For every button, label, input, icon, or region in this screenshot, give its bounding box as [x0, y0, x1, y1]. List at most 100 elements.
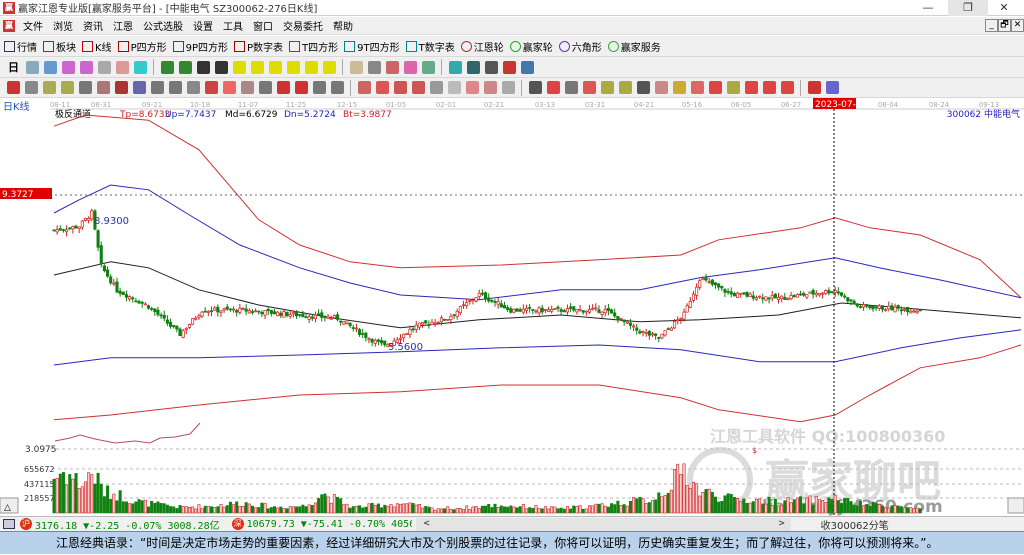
horizontal-scrollbar[interactable]: < >	[415, 517, 791, 531]
period-dropdown[interactable]: 日	[8, 59, 19, 75]
sh-index-quote[interactable]: 3176.18 ▼-2.25 -0.07% 3008.28亿	[35, 517, 220, 532]
tool-icon-43[interactable]	[762, 81, 776, 94]
toolbar-button-p-square[interactable]: P四方形	[117, 39, 167, 54]
toolbar-button-t-square[interactable]: T四方形	[289, 39, 338, 54]
tool-icon-20[interactable]	[357, 81, 371, 94]
tool-icon-42[interactable]	[744, 81, 758, 94]
toolbar-button-sectors[interactable]: 板块	[43, 39, 76, 54]
tool-icon-19[interactable]	[349, 60, 363, 74]
tool-icon-2[interactable]	[61, 60, 75, 74]
tool-icon-31[interactable]	[546, 81, 560, 94]
toolbar-button-kline[interactable]: K线	[82, 39, 112, 54]
restore-button[interactable]: ❐	[948, 0, 988, 16]
tool-icon-11[interactable]	[214, 60, 228, 74]
tick-data-link[interactable]: 收300062分笔	[821, 517, 889, 532]
menu-item-9[interactable]: 帮助	[328, 18, 358, 33]
tool-icon-34[interactable]	[600, 81, 614, 94]
tool-icon-18[interactable]	[330, 81, 344, 94]
mdi-close-button[interactable]: ✕	[1011, 19, 1024, 32]
tool-icon-12[interactable]	[222, 81, 236, 94]
close-button[interactable]: ✕	[984, 0, 1024, 16]
minimize-button[interactable]: —	[908, 0, 948, 16]
toolbar-button-9t-square[interactable]: 9T四方形	[344, 39, 400, 54]
tool-icon-24[interactable]	[429, 81, 443, 94]
kline-chart[interactable]: 日K线 08-11 08-31 09-21 10-18 11-07 11-25 12-15 0…	[0, 98, 1024, 516]
mdi-minimize-button[interactable]: _	[985, 19, 998, 32]
tool-icon-21[interactable]	[375, 81, 389, 94]
tool-icon-12[interactable]	[232, 60, 246, 74]
menu-item-4[interactable]: 公式选股	[138, 18, 188, 33]
menu-item-8[interactable]: 交易委托	[278, 18, 328, 33]
tool-icon-33[interactable]	[582, 81, 596, 94]
tool-icon-30[interactable]	[528, 81, 542, 94]
tool-icon-14[interactable]	[258, 81, 272, 94]
sz-index-quote[interactable]: 10679.73 ▼-75.41 -0.70% 4056.68	[247, 519, 412, 530]
scroll-right-arrow[interactable]: >	[779, 518, 785, 529]
tool-icon-5[interactable]	[115, 60, 129, 74]
tool-icon-16[interactable]	[304, 60, 318, 74]
tool-icon-10[interactable]	[196, 60, 210, 74]
tool-icon-3[interactable]	[60, 81, 74, 94]
tool-icon-22[interactable]	[403, 60, 417, 74]
tool-icon-14[interactable]	[268, 60, 282, 74]
toolbar-button-p-table[interactable]: P数字表	[234, 39, 283, 54]
tool-icon-25[interactable]	[448, 60, 462, 74]
tool-icon-40[interactable]	[708, 81, 722, 94]
toolbar-button-winner-wheel[interactable]: 赢家轮	[509, 39, 553, 54]
toolbar-button-quotes[interactable]: 行情	[4, 39, 37, 54]
toolbar-button-9p-square[interactable]: 9P四方形	[172, 39, 228, 54]
toolbar-button-gann-wheel[interactable]: 江恩轮	[460, 39, 504, 54]
tool-icon-37[interactable]	[654, 81, 668, 94]
tool-icon-4[interactable]	[97, 60, 111, 74]
tool-icon-17[interactable]	[312, 81, 326, 94]
tool-icon-23[interactable]	[421, 60, 435, 74]
calculator-icon[interactable]	[3, 519, 15, 529]
tool-icon-9[interactable]	[178, 60, 192, 74]
tool-icon-9[interactable]	[168, 81, 182, 94]
tool-icon-17[interactable]	[322, 60, 336, 74]
toolbar-button-hexagon[interactable]: 六角形	[558, 39, 602, 54]
tool-icon-16[interactable]	[294, 81, 308, 94]
tool-icon-1[interactable]	[43, 60, 57, 74]
tool-icon-28[interactable]	[501, 81, 515, 94]
tool-icon-26[interactable]	[466, 60, 480, 74]
tool-icon-27[interactable]	[483, 81, 497, 94]
menu-item-5[interactable]: 设置	[188, 18, 218, 33]
tool-icon-4[interactable]	[78, 81, 92, 94]
tool-icon-1[interactable]	[24, 81, 38, 94]
toolbar-button-t-table[interactable]: T数字表	[405, 39, 455, 54]
tool-icon-13[interactable]	[240, 81, 254, 94]
tool-icon-47[interactable]	[825, 81, 839, 94]
tool-icon-25[interactable]	[447, 81, 461, 94]
tool-icon-0[interactable]	[6, 81, 20, 94]
tool-icon-6[interactable]	[133, 60, 147, 74]
tool-icon-23[interactable]	[411, 81, 425, 94]
tool-icon-8[interactable]	[150, 81, 164, 94]
tool-icon-39[interactable]	[690, 81, 704, 94]
tool-icon-15[interactable]	[276, 81, 290, 94]
tool-icon-5[interactable]	[96, 81, 110, 94]
menu-item-6[interactable]: 工具	[218, 18, 248, 33]
tool-icon-15[interactable]	[286, 60, 300, 74]
tool-icon-32[interactable]	[564, 81, 578, 94]
tool-icon-21[interactable]	[385, 60, 399, 74]
menu-item-3[interactable]: 江恩	[108, 18, 138, 33]
tool-icon-10[interactable]	[186, 81, 200, 94]
tool-icon-35[interactable]	[618, 81, 632, 94]
tool-icon-6[interactable]	[114, 81, 128, 94]
tool-icon-29[interactable]	[520, 60, 534, 74]
tool-icon-44[interactable]	[780, 81, 794, 94]
tool-icon-26[interactable]	[465, 81, 479, 94]
tool-icon-36[interactable]	[636, 81, 650, 94]
tool-icon-0[interactable]	[25, 60, 39, 74]
tool-icon-7[interactable]	[132, 81, 146, 94]
tool-icon-27[interactable]	[484, 60, 498, 74]
tool-icon-22[interactable]	[393, 81, 407, 94]
tool-icon-11[interactable]	[204, 81, 218, 94]
tool-icon-3[interactable]	[79, 60, 93, 74]
toolbar-button-dollar[interactable]: 赢家服务	[607, 39, 661, 54]
tool-icon-20[interactable]	[367, 60, 381, 74]
menu-item-7[interactable]: 窗口	[248, 18, 278, 33]
mdi-restore-button[interactable]: 🗗	[998, 19, 1011, 32]
tool-icon-28[interactable]	[502, 60, 516, 74]
